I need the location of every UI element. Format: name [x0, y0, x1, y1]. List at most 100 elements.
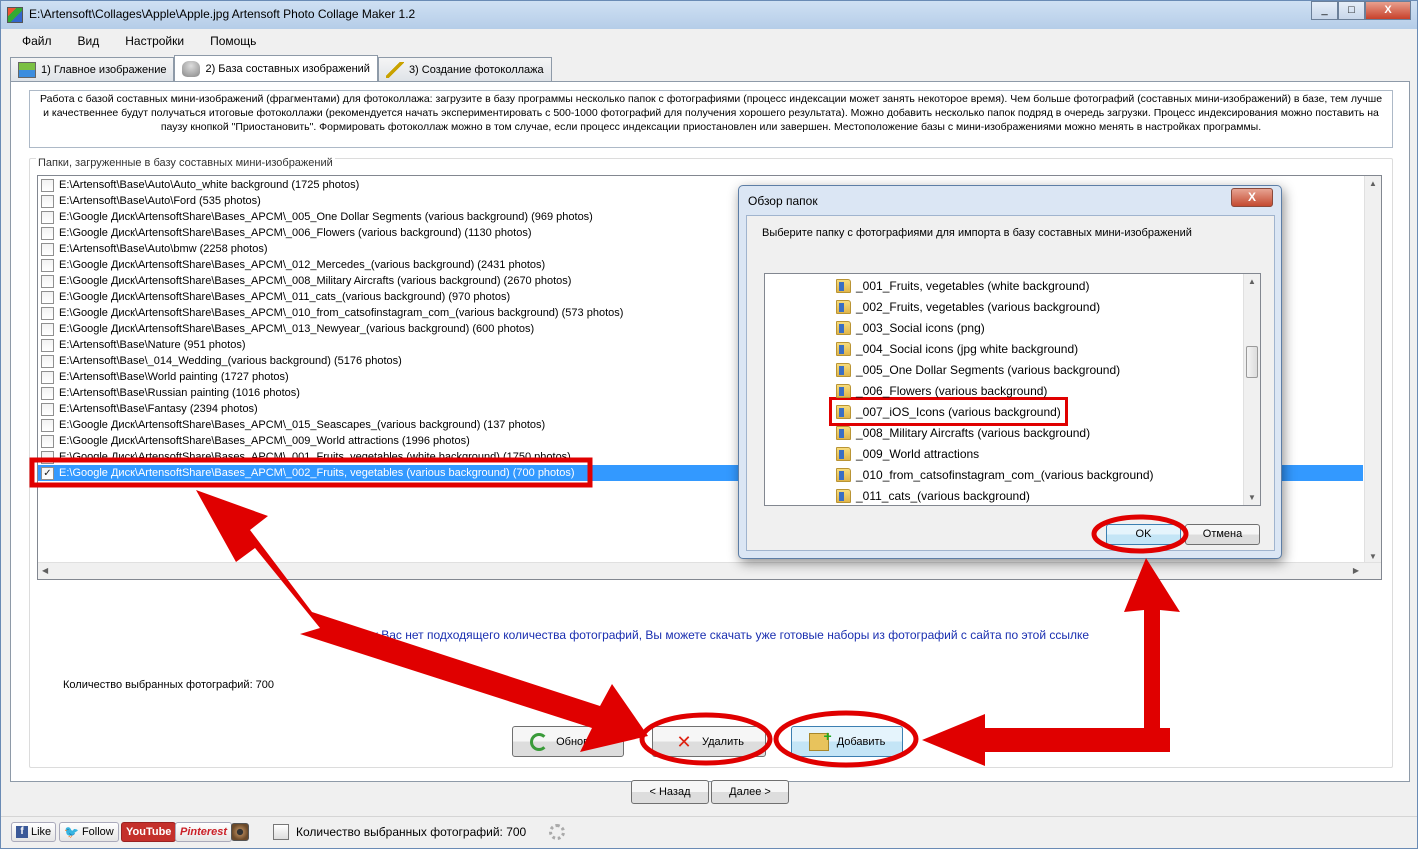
folder-tree[interactable]: _011_cats_(various background) _010_from_…: [764, 273, 1261, 506]
tree-folder-item[interactable]: _001_Fruits, vegetables (white backgroun…: [833, 275, 1092, 296]
scroll-left-icon[interactable]: ◀: [42, 566, 48, 575]
facebook-like-button[interactable]: f Like: [11, 822, 57, 842]
tab-create-collage[interactable]: 3) Создание фотоколлажа: [377, 57, 552, 81]
folder-label: _004_Social icons (jpg white background): [856, 341, 1079, 356]
scroll-down-icon[interactable]: ▼: [1248, 493, 1256, 502]
menu-file[interactable]: Файл: [9, 31, 65, 53]
scroll-up-icon[interactable]: ▲: [1369, 179, 1377, 188]
item-checkbox[interactable]: [41, 178, 54, 192]
item-checkbox[interactable]: [41, 450, 54, 464]
scroll-down-icon[interactable]: ▼: [1369, 552, 1377, 561]
menu-bar: Файл Вид Настройки Помощь: [9, 31, 269, 53]
instagram-button[interactable]: [231, 822, 249, 842]
item-label: E:\Google Диск\ArtensoftShare\Bases_APCM…: [59, 451, 571, 463]
item-checkbox[interactable]: [41, 274, 54, 288]
tree-folder-item[interactable]: _011_cats_(various background): [833, 485, 1033, 505]
item-checkbox[interactable]: [41, 290, 54, 304]
scroll-up-icon[interactable]: ▲: [1248, 277, 1256, 286]
menu-settings[interactable]: Настройки: [112, 31, 197, 53]
menu-view[interactable]: Вид: [65, 31, 113, 53]
dialog-body: Выберите папку с фотографиями для импорт…: [746, 215, 1275, 551]
item-checkbox[interactable]: [41, 434, 54, 448]
folder-icon: [836, 362, 851, 377]
add-folder-icon: [808, 728, 832, 751]
tree-folder-item[interactable]: _010_from_catsofinstagram_com_(various b…: [833, 464, 1157, 485]
tree-folder-item[interactable]: _005_One Dollar Segments (various backgr…: [833, 359, 1123, 380]
folder-label: _010_from_catsofinstagram_com_(various b…: [856, 467, 1154, 482]
refresh-button[interactable]: Обновить: [512, 726, 624, 757]
item-checkbox[interactable]: [41, 338, 54, 352]
item-checkbox[interactable]: [41, 322, 54, 336]
tree-folder-item[interactable]: _008_Military Aircrafts (various backgro…: [833, 422, 1093, 443]
next-button[interactable]: Далее >: [711, 780, 789, 804]
folder-label: _006_Flowers (various background): [856, 383, 1048, 398]
item-label: E:\Google Диск\ArtensoftShare\Bases_APCM…: [59, 323, 535, 335]
folder-label: _007_iOS_Icons (various background): [856, 404, 1061, 419]
item-label: E:\Google Диск\ArtensoftShare\Bases_APCM…: [59, 227, 532, 239]
item-checkbox[interactable]: [41, 210, 54, 224]
twitter-icon: 🐦: [64, 825, 79, 839]
close-button[interactable]: X: [1365, 1, 1411, 20]
tree-folder-item[interactable]: _007_iOS_Icons (various background): [829, 397, 1068, 426]
status-bar: f Like 🐦 Follow YouTube Pinterest Количе…: [1, 816, 1417, 848]
dialog-close-button[interactable]: X: [1231, 188, 1273, 207]
item-label: E:\Artensoft\Base\_014_Wedding_(various …: [59, 355, 402, 367]
item-checkbox[interactable]: [41, 354, 54, 368]
twitter-follow-button[interactable]: 🐦 Follow: [59, 822, 119, 842]
tab-label: 2) База составных изображений: [205, 62, 370, 75]
folder-label: _003_Social icons (png): [856, 320, 985, 335]
dialog-description: Выберите папку с фотографиями для импорт…: [762, 227, 1192, 239]
back-button[interactable]: < Назад: [631, 780, 709, 804]
pinterest-label: Pinterest: [180, 826, 228, 838]
folders-group-title: Папки, загруженные в базу составных мини…: [36, 157, 335, 169]
item-checkbox[interactable]: [41, 258, 54, 272]
item-label: E:\Artensoft\Base\Russian painting (1016…: [59, 387, 300, 399]
item-checkbox[interactable]: [41, 242, 54, 256]
item-checkbox[interactable]: [41, 418, 54, 432]
maximize-button[interactable]: □: [1338, 1, 1365, 20]
item-checkbox[interactable]: [41, 402, 54, 416]
scroll-right-icon[interactable]: ▶: [1353, 566, 1359, 575]
title-bar: E:\Artensoft\Collages\Apple\Apple.jpg Ar…: [1, 1, 1417, 29]
youtube-button[interactable]: YouTube: [121, 822, 177, 842]
item-checkbox[interactable]: ✓: [41, 466, 54, 480]
delete-label: Удалить: [702, 735, 744, 748]
tree-folder-item[interactable]: _006_Flowers (various background): [833, 380, 1050, 401]
menu-help[interactable]: Помощь: [197, 31, 269, 53]
loading-spinner-icon: [549, 824, 565, 840]
scroll-thumb[interactable]: [1246, 346, 1258, 378]
tree-scrollbar[interactable]: ▲ ▼: [1243, 274, 1260, 505]
dialog-title: Обзор папок: [748, 194, 818, 208]
app-icon: [7, 7, 23, 23]
ok-button[interactable]: OK: [1106, 524, 1181, 545]
folder-icon: [836, 383, 851, 398]
item-label: E:\Google Диск\ArtensoftShare\Bases_APCM…: [59, 435, 470, 447]
folder-icon: [836, 341, 851, 356]
item-checkbox[interactable]: [41, 386, 54, 400]
tab-composite-base[interactable]: 2) База составных изображений: [174, 55, 378, 81]
item-checkbox[interactable]: [41, 226, 54, 240]
download-sets-link[interactable]: Если у Вас нет подходящего количества фо…: [341, 628, 1089, 642]
item-label: E:\Google Диск\ArtensoftShare\Bases_APCM…: [59, 419, 546, 431]
item-label: E:\Google Диск\ArtensoftShare\Bases_APCM…: [59, 467, 575, 479]
tree-folder-item[interactable]: _009_World attractions: [833, 443, 982, 464]
minimize-button[interactable]: _: [1311, 1, 1338, 20]
item-label: E:\Artensoft\Base\Fantasy (2394 photos): [59, 403, 258, 415]
horizontal-scrollbar[interactable]: ◀ ▶: [38, 562, 1381, 579]
status-text: Количество выбранных фотографий: 700: [296, 825, 527, 839]
instagram-icon: [231, 823, 249, 841]
tree-folder-item[interactable]: _002_Fruits, vegetables (various backgro…: [833, 296, 1103, 317]
tab-main-image[interactable]: 1) Главное изображение: [10, 57, 175, 81]
delete-button[interactable]: ✕ Удалить: [652, 726, 766, 757]
vertical-scrollbar[interactable]: ▲ ▼: [1364, 176, 1381, 564]
tree-folder-item[interactable]: _003_Social icons (png): [833, 317, 988, 338]
item-checkbox[interactable]: [41, 194, 54, 208]
tree-folder-item[interactable]: _004_Social icons (jpg white background): [833, 338, 1081, 359]
item-checkbox[interactable]: [41, 306, 54, 320]
item-checkbox[interactable]: [41, 370, 54, 384]
cancel-button[interactable]: Отмена: [1185, 524, 1260, 545]
folder-label: _002_Fruits, vegetables (various backgro…: [856, 299, 1101, 314]
pinterest-button[interactable]: Pinterest: [175, 822, 233, 842]
item-label: E:\Artensoft\Base\Auto\bmw (2258 photos): [59, 243, 268, 255]
add-button[interactable]: Добавить: [791, 726, 903, 757]
